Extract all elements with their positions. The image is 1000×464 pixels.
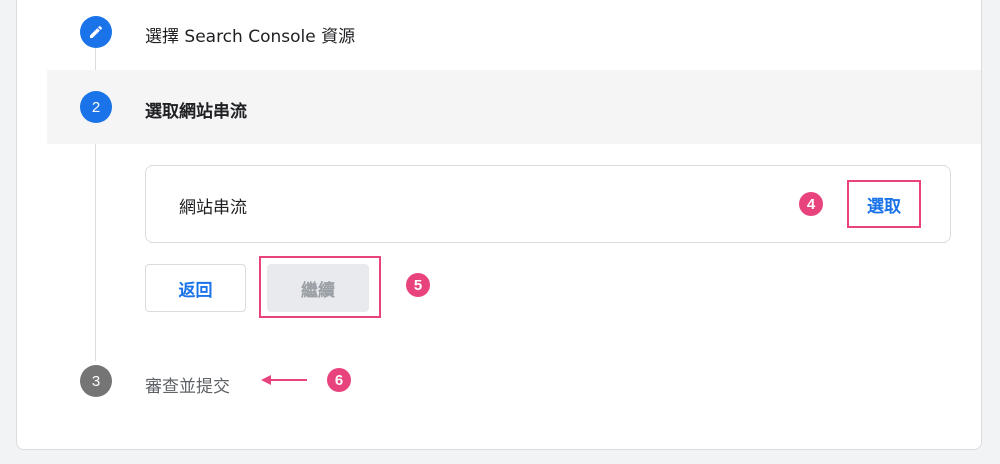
continue-button[interactable]: 繼續 xyxy=(267,264,369,312)
annotation-marker-6: 6 xyxy=(327,368,351,392)
step3-title: 審查並提交 xyxy=(145,377,230,397)
annotation-arrow-left-icon xyxy=(261,375,307,385)
annotation-marker-4: 4 xyxy=(799,192,823,216)
step2-title: 選取網站串流 xyxy=(145,102,247,122)
back-button[interactable]: 返回 xyxy=(145,264,246,312)
step3-number-badge: 3 xyxy=(80,365,112,397)
annotation-marker-5: 5 xyxy=(406,273,430,297)
pencil-icon xyxy=(90,25,103,38)
step2-number-badge: 2 xyxy=(80,91,112,123)
web-stream-label: 網站串流 xyxy=(179,198,247,218)
setup-card: 選擇 Search Console 資源 2 選取網站串流 網站串流 4 選取 … xyxy=(16,0,982,450)
step1-title[interactable]: 選擇 Search Console 資源 xyxy=(145,22,355,47)
web-stream-card: 網站串流 xyxy=(145,165,951,243)
select-stream-button[interactable]: 選取 xyxy=(851,184,917,224)
step1-completed-badge xyxy=(80,16,112,48)
